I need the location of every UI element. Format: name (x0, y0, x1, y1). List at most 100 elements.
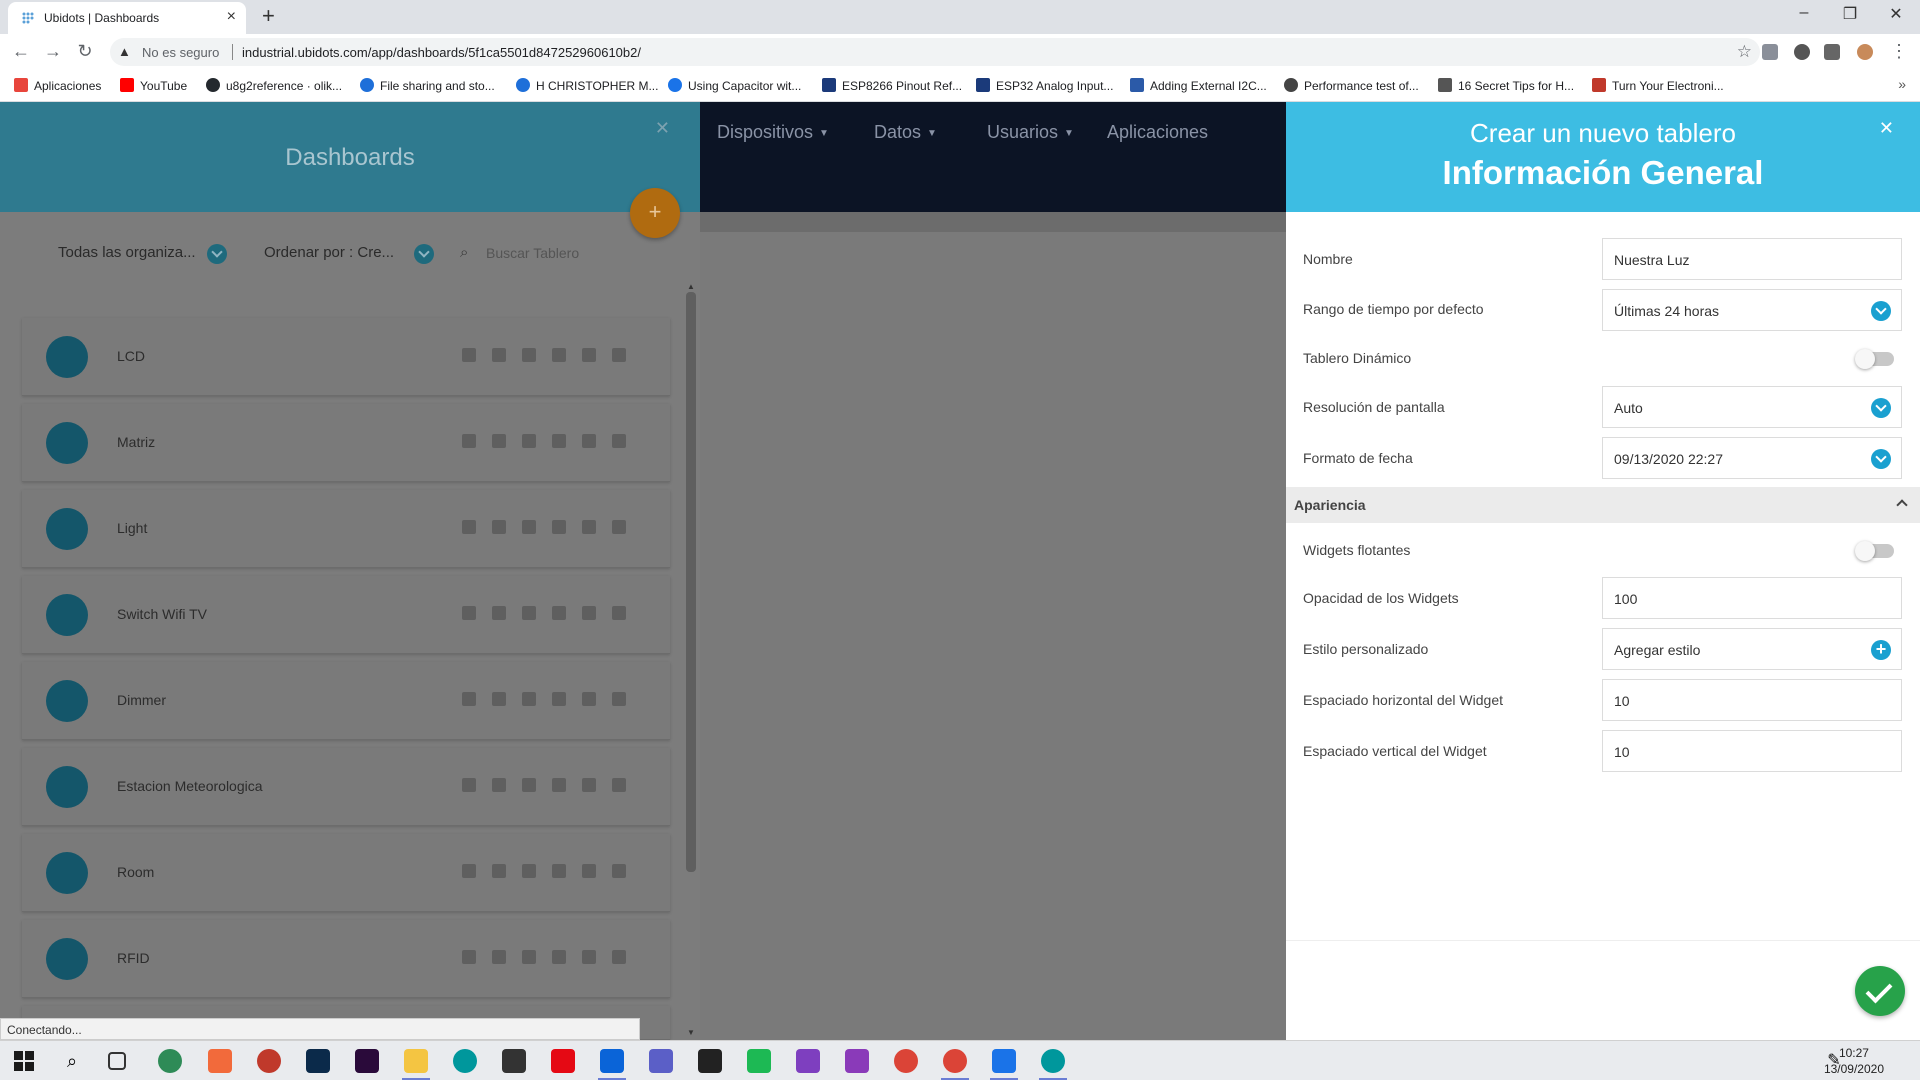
share-icon[interactable] (462, 949, 476, 964)
trash-icon[interactable] (612, 863, 626, 878)
bookmark-item[interactable]: ESP32 Analog Input... (976, 78, 1113, 93)
tab-close-icon[interactable]: × (227, 8, 236, 26)
share-icon[interactable] (462, 863, 476, 878)
time-range-select[interactable]: Últimas 24 horas (1602, 289, 1902, 331)
trash-icon[interactable] (612, 777, 626, 792)
nav-aplicaciones[interactable]: Aplicaciones (1107, 122, 1208, 143)
bookmark-item[interactable]: YouTube (120, 78, 187, 93)
trash-icon[interactable] (612, 949, 626, 964)
task-view-icon[interactable] (108, 1052, 126, 1070)
app-icon[interactable] (208, 1049, 232, 1073)
bookmark-item[interactable]: ESP8266 Pinout Ref... (822, 78, 962, 93)
horizontal-spacing-field[interactable]: 10 (1602, 679, 1902, 721)
windows-start-icon[interactable] (14, 1051, 34, 1071)
widget-opacity-field[interactable]: 100 (1602, 577, 1902, 619)
lock-icon[interactable] (522, 433, 536, 448)
scroll-up-icon[interactable]: ▲ (687, 282, 695, 291)
minimize-icon[interactable]: – (1784, 4, 1824, 22)
share-icon[interactable] (462, 691, 476, 706)
trash-icon[interactable] (612, 347, 626, 362)
resolution-select[interactable]: Auto (1602, 386, 1902, 428)
duplicate-icon[interactable] (492, 347, 506, 362)
window-close-icon[interactable]: ✕ (1876, 4, 1916, 24)
hierarchy-icon[interactable] (552, 519, 566, 534)
teams-icon[interactable] (649, 1049, 673, 1073)
whatsapp-icon[interactable] (796, 1049, 820, 1073)
browser-tab[interactable]: Ubidots | Dashboards × (8, 2, 246, 34)
lock-icon[interactable] (522, 691, 536, 706)
chevron-down-icon[interactable] (207, 244, 227, 264)
sort-filter[interactable]: Ordenar por : Cre... (264, 244, 394, 261)
date-format-select[interactable]: 09/13/2020 22:27 (1602, 437, 1902, 479)
bookmark-item[interactable]: Performance test of... (1284, 78, 1419, 93)
list-item[interactable]: Light (22, 490, 670, 568)
address-bar[interactable]: ▲ No es seguro industrial.ubidots.com/ap… (110, 38, 1760, 66)
netflix-icon[interactable] (551, 1049, 575, 1073)
scrollbar-thumb[interactable] (686, 292, 696, 872)
hierarchy-icon[interactable] (552, 777, 566, 792)
duplicate-icon[interactable] (492, 949, 506, 964)
duplicate-icon[interactable] (492, 691, 506, 706)
custom-style-field[interactable]: Agregar estilo + (1602, 628, 1902, 670)
trash-icon[interactable] (612, 433, 626, 448)
appearance-section-header[interactable]: Apariencia (1286, 487, 1920, 523)
chrome-icon[interactable] (894, 1049, 918, 1073)
instagram-icon[interactable] (845, 1049, 869, 1073)
back-icon[interactable]: ← (10, 41, 32, 62)
bookmark-item[interactable]: Turn Your Electroni... (1592, 78, 1724, 93)
add-dashboard-button[interactable]: + (630, 188, 680, 238)
close-icon[interactable]: ✕ (1879, 118, 1894, 139)
list-item[interactable]: LCD (22, 318, 670, 396)
gear-icon[interactable] (582, 949, 596, 964)
dynamic-dashboard-toggle[interactable] (1855, 349, 1894, 369)
hierarchy-icon[interactable] (552, 949, 566, 964)
share-icon[interactable] (462, 605, 476, 620)
add-icon[interactable]: + (1871, 640, 1891, 660)
more-bookmarks-icon[interactable]: » (1898, 76, 1906, 92)
bookmark-item[interactable]: H CHRISTOPHER M... (516, 78, 658, 93)
gear-icon[interactable] (582, 777, 596, 792)
gear-icon[interactable] (582, 433, 596, 448)
gear-icon[interactable] (582, 691, 596, 706)
forward-icon[interactable]: → (42, 41, 64, 62)
scroll-down-icon[interactable]: ▼ (687, 1028, 695, 1037)
duplicate-icon[interactable] (492, 777, 506, 792)
duplicate-icon[interactable] (492, 863, 506, 878)
bookmark-item[interactable]: Using Capacitor wit... (668, 78, 801, 93)
block-extension-icon[interactable] (1794, 44, 1810, 60)
duplicate-icon[interactable] (492, 519, 506, 534)
app-icon[interactable] (158, 1049, 182, 1073)
app-icon[interactable] (992, 1049, 1016, 1073)
floating-widgets-toggle[interactable] (1855, 541, 1894, 561)
app-icon[interactable] (257, 1049, 281, 1073)
organization-filter[interactable]: Todas las organiza... (58, 244, 196, 261)
chevron-down-icon[interactable] (414, 244, 434, 264)
vertical-spacing-field[interactable]: 10 (1602, 730, 1902, 772)
gear-icon[interactable] (582, 863, 596, 878)
bookmark-item[interactable]: Aplicaciones (14, 78, 101, 93)
nav-usuarios[interactable]: Usuarios ▼ (987, 122, 1074, 143)
name-field[interactable]: Nuestra Luz (1602, 238, 1902, 280)
gear-icon[interactable] (582, 519, 596, 534)
store-icon[interactable] (502, 1049, 526, 1073)
bookmark-item[interactable]: u8g2reference · olik... (206, 78, 342, 93)
extensions-puzzle-icon[interactable] (1824, 44, 1840, 60)
photoshop-icon[interactable] (306, 1049, 330, 1073)
bookmark-star-icon[interactable]: ☆ (1737, 42, 1752, 62)
arduino-icon[interactable] (1041, 1049, 1065, 1073)
list-item[interactable]: Room (22, 834, 670, 912)
system-clock[interactable]: 10:27 13/09/2020 (1824, 1045, 1884, 1077)
profile-avatar[interactable] (1857, 44, 1873, 60)
reload-icon[interactable]: ↻ (74, 41, 96, 62)
lock-icon[interactable] (522, 519, 536, 534)
gear-icon[interactable] (582, 605, 596, 620)
trash-icon[interactable] (612, 519, 626, 534)
trash-icon[interactable] (612, 605, 626, 620)
spotify-icon[interactable] (747, 1049, 771, 1073)
nav-datos[interactable]: Datos ▼ (874, 122, 937, 143)
list-item[interactable]: Estacion Meteorologica (22, 748, 670, 826)
duplicate-icon[interactable] (492, 605, 506, 620)
lock-icon[interactable] (522, 347, 536, 362)
hierarchy-icon[interactable] (552, 347, 566, 362)
restore-icon[interactable]: ❐ (1830, 4, 1870, 24)
